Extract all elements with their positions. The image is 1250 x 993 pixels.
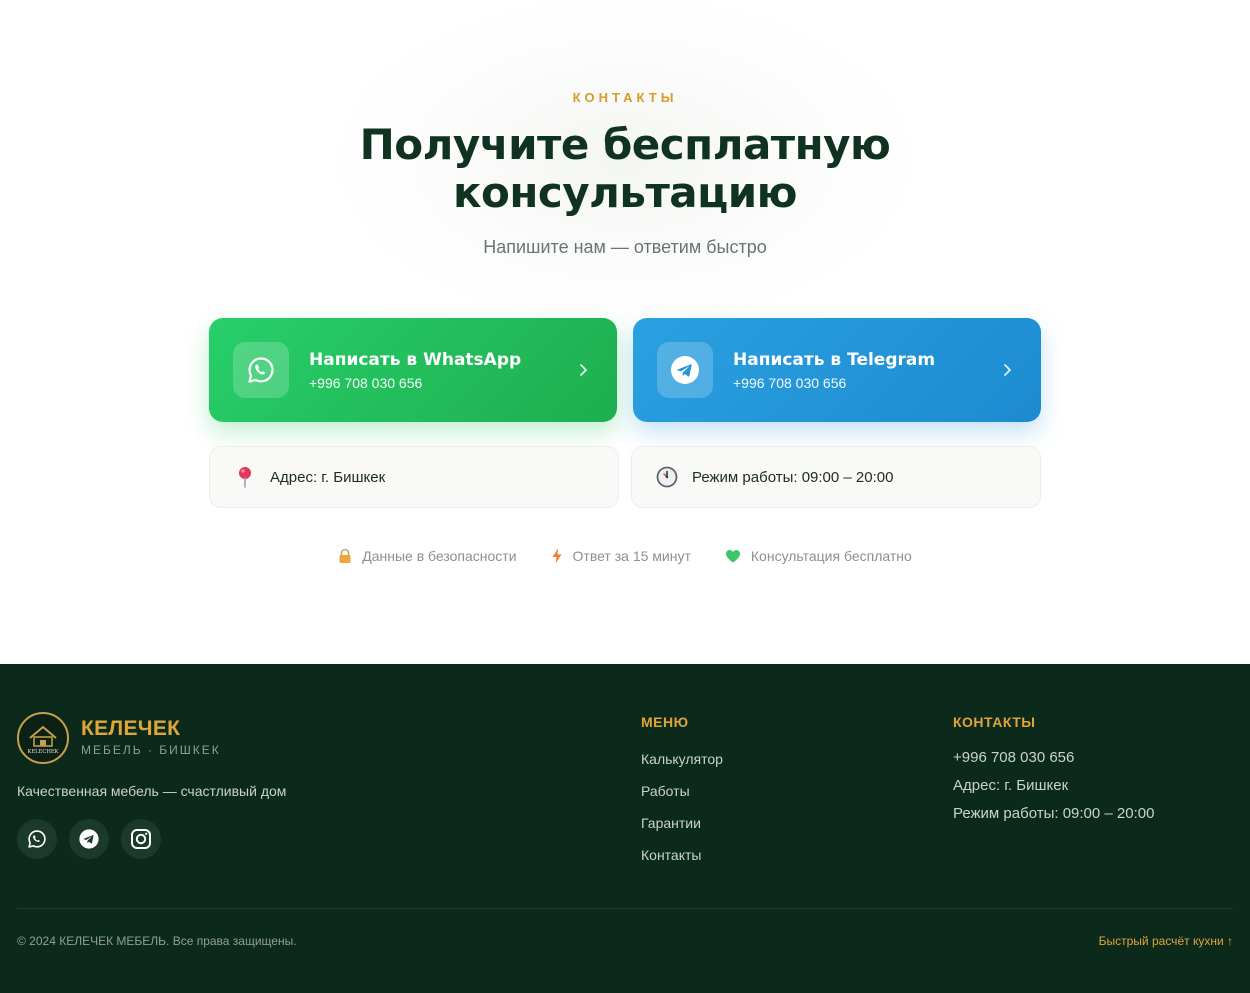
whatsapp-icon xyxy=(28,830,46,848)
telegram-button-title: Написать в Telegram xyxy=(733,350,936,370)
badge-response-label: Ответ за 15 минут xyxy=(572,548,691,564)
logo-text: KELECHEK xyxy=(27,749,58,755)
section-subtitle: Напишите нам — ответим быстро xyxy=(483,237,767,257)
footer-contacts-title: КОНТАКТЫ xyxy=(953,714,1036,730)
footer-divider xyxy=(17,908,1233,909)
address-text: Адрес: г. Бишкек xyxy=(270,468,386,486)
quick-calc-link[interactable]: Быстрый расчёт кухни ↑ xyxy=(1099,934,1233,948)
whatsapp-button[interactable]: Написать в WhatsApp +996 708 030 656 xyxy=(209,318,617,422)
contacts-section: КОНТАКТЫ Получите бесплатную консультаци… xyxy=(0,0,1250,664)
brand-logo[interactable]: KELECHEK xyxy=(17,712,69,764)
clock-icon xyxy=(656,466,678,488)
telegram-button-text: Написать в Telegram +996 708 030 656 xyxy=(733,349,997,391)
brand-name: КЕЛЕЧЕК xyxy=(81,717,181,740)
brand-subtitle: МЕБЕЛЬ · БИШКЕК xyxy=(81,743,221,757)
pin-icon xyxy=(234,466,256,488)
badge-security-label: Данные в безопасности xyxy=(362,548,517,564)
footer-menu-guarantees[interactable]: Гарантии xyxy=(641,814,723,832)
social-links xyxy=(17,819,161,859)
footer-menu-contacts[interactable]: Контакты xyxy=(641,846,723,864)
headline-line-1: Получите бесплатную xyxy=(359,120,891,169)
social-whatsapp-button[interactable] xyxy=(17,819,57,859)
lock-icon xyxy=(339,548,351,563)
brand-tagline: Качественная мебель — счастливый дом xyxy=(17,783,287,799)
headline-line-2: консультацию xyxy=(452,168,798,217)
footer-menu-calculator[interactable]: Калькулятор xyxy=(641,750,723,768)
badge-security: Данные в безопасности xyxy=(338,548,517,564)
whatsapp-button-text: Написать в WhatsApp +996 708 030 656 xyxy=(309,349,573,391)
site-footer: KELECHEK КЕЛЕЧЕК МЕБЕЛЬ · БИШКЕК Качеств… xyxy=(0,664,1250,993)
lightning-icon xyxy=(552,548,562,564)
footer-contacts: +996 708 030 656 Адрес: г. Бишкек Режим … xyxy=(953,748,1154,823)
page-title: Получите бесплатную консультацию xyxy=(0,121,1250,217)
telegram-icon xyxy=(79,829,99,849)
trust-badges: Данные в безопасности Ответ за 15 минут … xyxy=(0,548,1250,564)
telegram-button[interactable]: Написать в Telegram +996 708 030 656 xyxy=(633,318,1041,422)
telegram-button-phone: +996 708 030 656 xyxy=(733,375,847,391)
badge-free: Консультация бесплатно xyxy=(725,548,912,564)
footer-address: Адрес: г. Бишкек xyxy=(953,777,1069,794)
address-card: Адрес: г. Бишкек xyxy=(209,446,619,508)
copyright: © 2024 КЕЛЕЧЕК МЕБЕЛЬ. Все права защищен… xyxy=(17,934,297,948)
logo-emblem: KELECHEK xyxy=(27,725,59,755)
chevron-right-icon xyxy=(1004,364,1011,376)
heart-icon xyxy=(725,550,740,563)
whatsapp-button-phone: +996 708 030 656 xyxy=(309,375,423,391)
footer-menu-title: МЕНЮ xyxy=(641,714,689,730)
hours-card: Режим работы: 09:00 – 20:00 xyxy=(631,446,1041,508)
badge-response: Ответ за 15 минут xyxy=(551,548,691,564)
social-telegram-button[interactable] xyxy=(69,819,109,859)
telegram-icon xyxy=(657,342,713,398)
footer-menu-works[interactable]: Работы xyxy=(641,782,723,800)
chevron-right-icon xyxy=(580,364,587,376)
whatsapp-button-title: Написать в WhatsApp xyxy=(309,350,522,370)
whatsapp-icon xyxy=(233,342,289,398)
footer-menu: Калькулятор Работы Гарантии Контакты xyxy=(641,750,723,864)
footer-phone[interactable]: +996 708 030 656 xyxy=(953,748,1154,767)
badge-free-label: Консультация бесплатно xyxy=(750,548,912,564)
instagram-icon xyxy=(131,829,151,849)
footer-hours: Режим работы: 09:00 – 20:00 xyxy=(953,805,1155,822)
hours-text: Режим работы: 09:00 – 20:00 xyxy=(692,468,894,486)
section-eyebrow: КОНТАКТЫ xyxy=(572,90,678,105)
social-instagram-button[interactable] xyxy=(121,819,161,859)
